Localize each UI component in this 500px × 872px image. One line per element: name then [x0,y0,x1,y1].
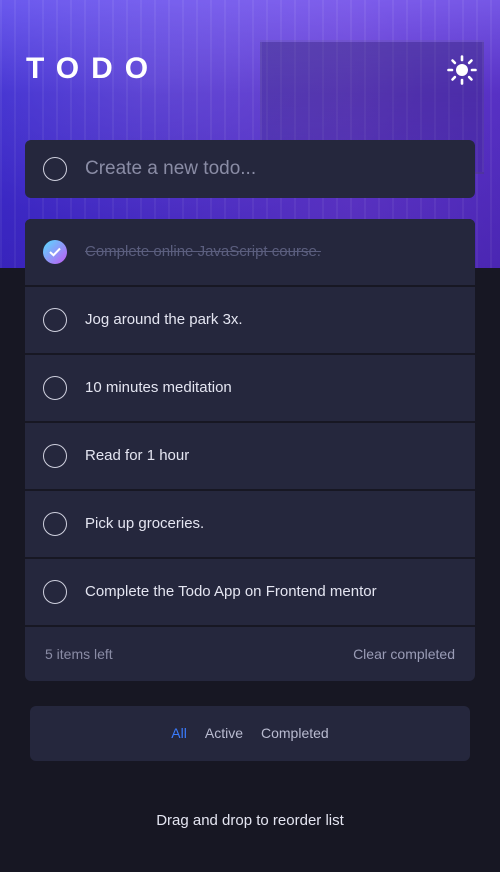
todo-item[interactable]: Complete the Todo App on Frontend mentor [25,559,475,625]
checkbox-icon[interactable] [43,580,67,604]
todo-item-text: Complete the Todo App on Frontend mentor [85,583,377,600]
todo-item[interactable]: Complete online JavaScript course. [25,219,475,285]
drag-drop-hint: Drag and drop to reorder list [156,812,344,829]
todo-item-text: Read for 1 hour [85,447,190,464]
checkbox-icon[interactable] [43,308,67,332]
todo-item[interactable]: Read for 1 hour [25,423,475,489]
checkbox-icon[interactable] [43,376,67,400]
checkbox-checked-icon[interactable] [43,240,67,264]
app-title: TODO [26,52,161,85]
new-todo-input[interactable] [85,140,455,198]
todo-item-text: Jog around the park 3x. [85,311,243,328]
todo-item-text: Pick up groceries. [85,515,205,532]
checkbox-icon[interactable] [43,444,67,468]
sun-icon [447,55,477,85]
checkbox-icon[interactable] [43,512,67,536]
todo-item[interactable]: Pick up groceries. [25,491,475,557]
todo-list: Complete online JavaScript course. Jog a… [25,219,475,681]
new-todo-card [25,140,475,198]
todo-item-text: 10 minutes meditation [85,379,232,396]
filter-all-button[interactable]: All [171,706,187,761]
filter-completed-button[interactable]: Completed [261,706,329,761]
todo-item[interactable]: Jog around the park 3x. [25,287,475,353]
list-footer: 5 items left Clear completed [25,627,475,681]
filter-active-button[interactable]: Active [205,706,243,761]
filter-bar: All Active Completed [30,706,470,761]
todo-item-text: Complete online JavaScript course. [85,243,321,260]
items-left-count: 5 items left [45,646,113,662]
new-todo-circle-icon[interactable] [43,157,67,181]
clear-completed-button[interactable]: Clear completed [353,627,455,681]
theme-toggle-button[interactable] [446,54,478,86]
todo-item[interactable]: 10 minutes meditation [25,355,475,421]
